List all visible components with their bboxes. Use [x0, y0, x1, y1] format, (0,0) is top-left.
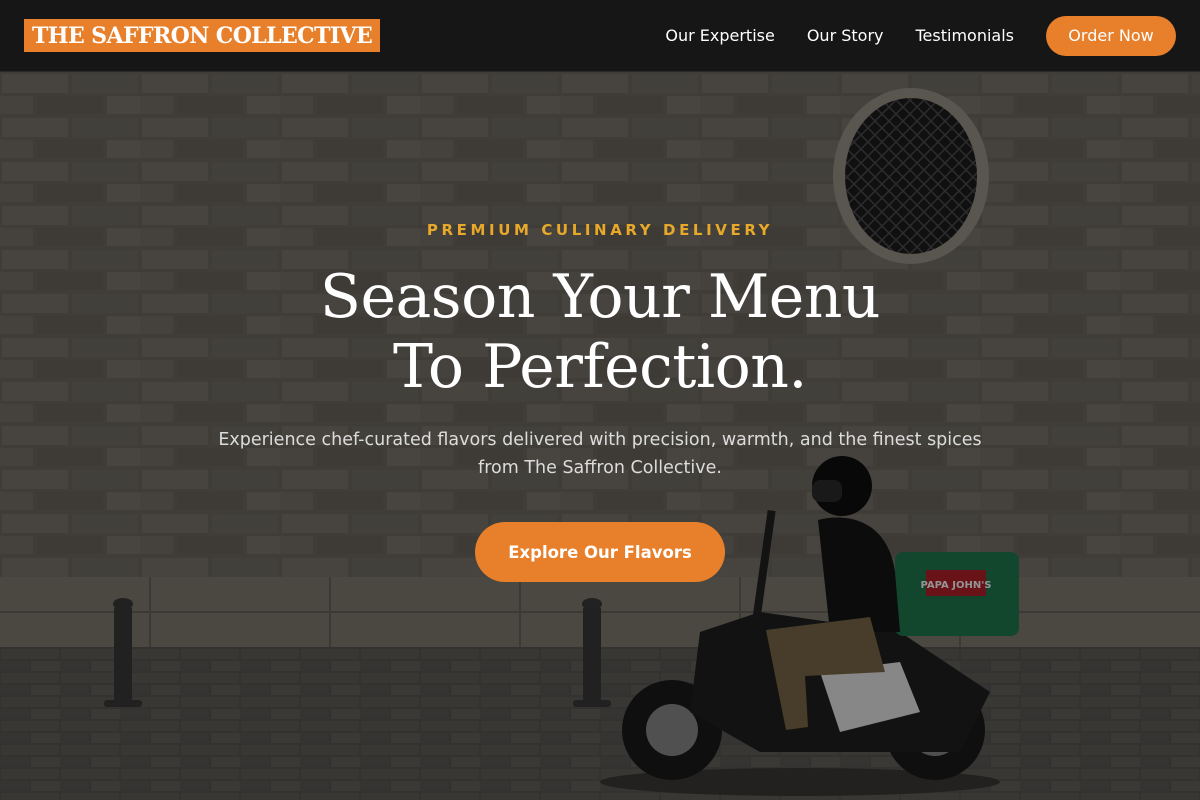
- brand-logo[interactable]: THE SAFFRON COLLECTIVE: [24, 19, 381, 52]
- hero-section: PAPA JOHN'S PREMIUM CULINARY DELIVERY Se…: [0, 72, 1200, 800]
- hero-headline: Season Your Menu To Perfection.: [0, 262, 1200, 402]
- hero-content: PREMIUM CULINARY DELIVERY Season Your Me…: [0, 72, 1200, 800]
- main-nav: Our Expertise Our Story Testimonials Ord…: [665, 15, 1176, 56]
- explore-flavors-button[interactable]: Explore Our Flavors: [475, 522, 725, 582]
- hero-headline-line-1: Season Your Menu: [319, 262, 881, 332]
- site-header: THE SAFFRON COLLECTIVE Our Expertise Our…: [0, 0, 1200, 72]
- hero-eyebrow: PREMIUM CULINARY DELIVERY: [426, 221, 774, 239]
- nav-link-testimonials[interactable]: Testimonials: [916, 26, 1015, 45]
- hero-subtext-line-2: from The Saffron Collective.: [478, 458, 722, 478]
- nav-link-our-story[interactable]: Our Story: [807, 26, 884, 45]
- hero-subtext-line-1: Experience chef-curated flavors delivere…: [218, 430, 982, 450]
- nav-link-our-expertise[interactable]: Our Expertise: [665, 26, 774, 45]
- hero-headline-line-2: To Perfection.: [393, 332, 807, 402]
- hero-subtext: Experience chef-curated flavors delivere…: [180, 426, 1020, 482]
- order-now-button[interactable]: Order Now: [1046, 15, 1176, 56]
